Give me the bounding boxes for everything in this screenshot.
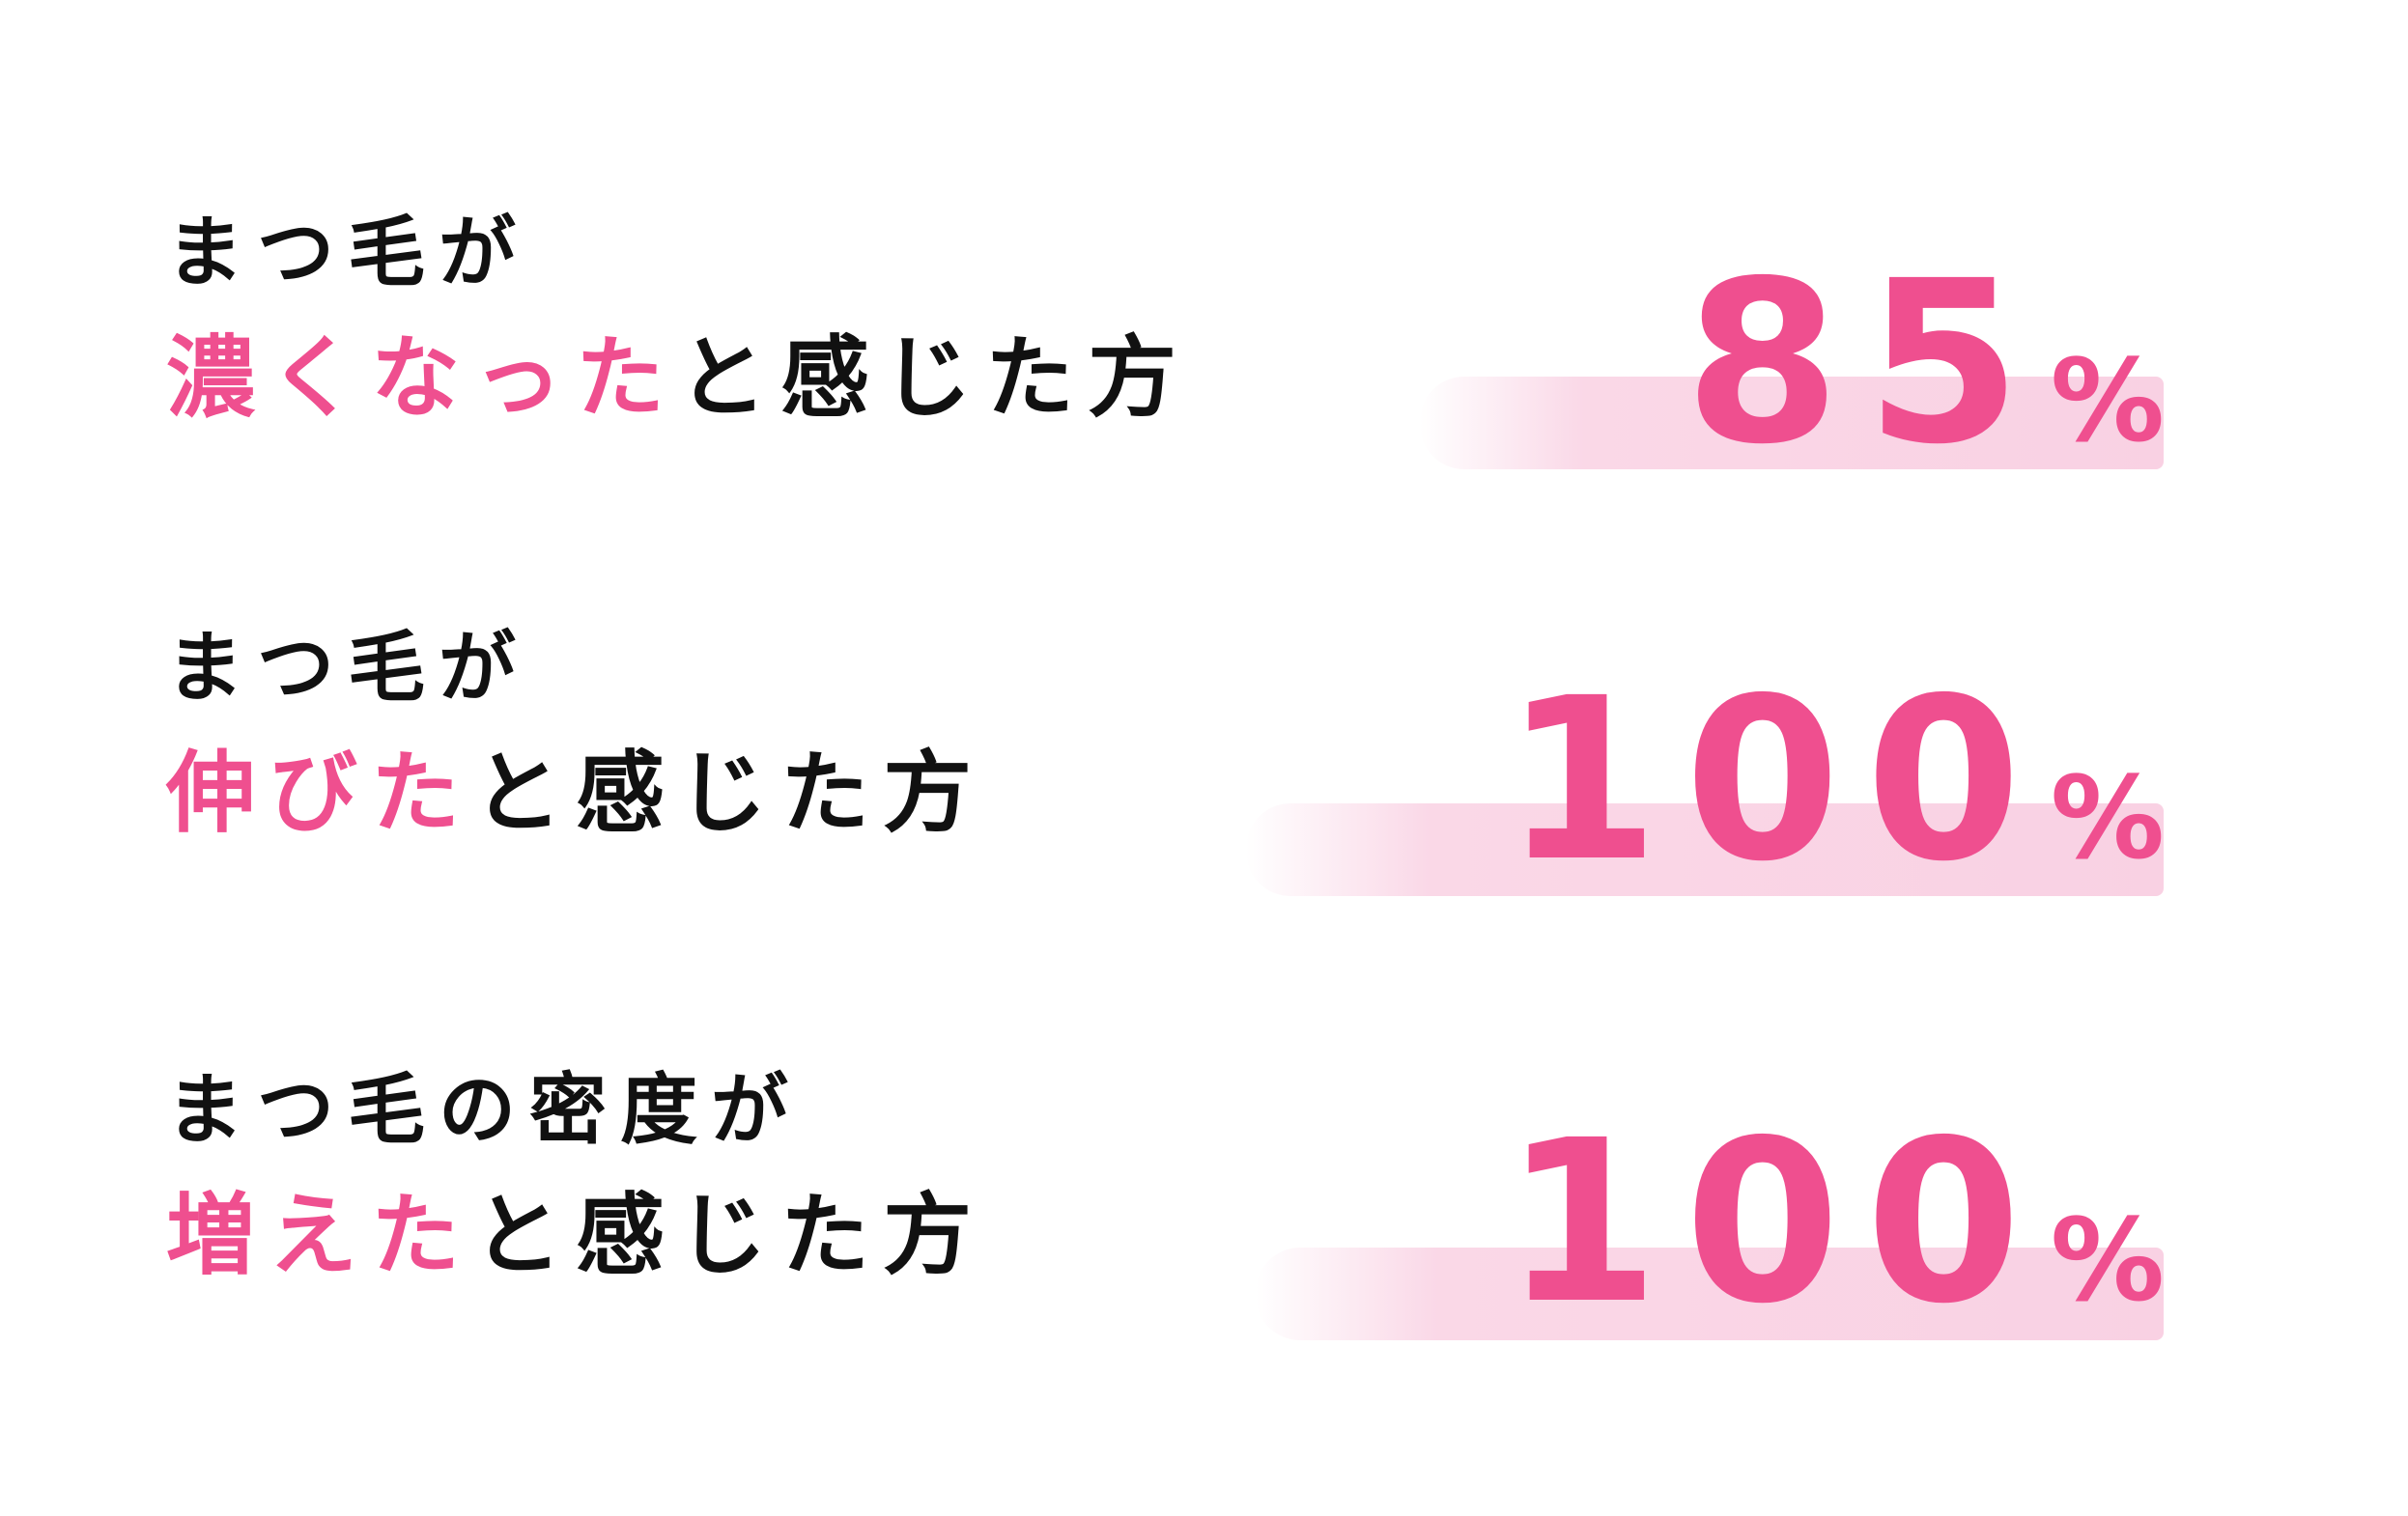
stat-value: 100% (1503, 668, 2165, 892)
stat-label-line2: 濃くなったと感じた方 (166, 334, 1190, 423)
stat-value: 100% (1503, 1110, 2165, 1334)
stat-label-line2: 伸びたと感じた方 (166, 749, 985, 838)
stat-label-suffix: と感じた方 (473, 742, 986, 845)
stat-value: 85% (1685, 251, 2165, 475)
stat-unit: % (2050, 751, 2165, 884)
stat-label-suffix: と感じた方 (678, 326, 1191, 430)
stat-label-highlight: 増えた (166, 1184, 474, 1287)
stat-number: 100 (1503, 650, 2047, 911)
stat-label-line1: まつ毛が (166, 623, 529, 713)
stat-unit: % (2050, 1193, 2165, 1327)
stat-label-line1: まつ毛の密度が (166, 1065, 802, 1155)
stat-label-line1: まつ毛が (166, 208, 529, 297)
stat-label-suffix: と感じた方 (473, 1184, 986, 1287)
stat-unit: % (2050, 334, 2165, 467)
stat-number: 100 (1503, 1092, 2047, 1353)
stat-number: 85 (1684, 233, 2047, 493)
stat-label-line2: 増えたと感じた方 (166, 1192, 985, 1280)
stat-label-highlight: 伸びた (166, 742, 474, 845)
stat-row: まつ毛が 濃くなったと感じた方 85% (0, 214, 2408, 533)
stat-row: まつ毛が 伸びたと感じた方 100% (0, 630, 2408, 948)
stat-label-highlight: 濃くなった (166, 326, 679, 430)
stat-row: まつ毛の密度が 増えたと感じた方 100% (0, 1072, 2408, 1390)
